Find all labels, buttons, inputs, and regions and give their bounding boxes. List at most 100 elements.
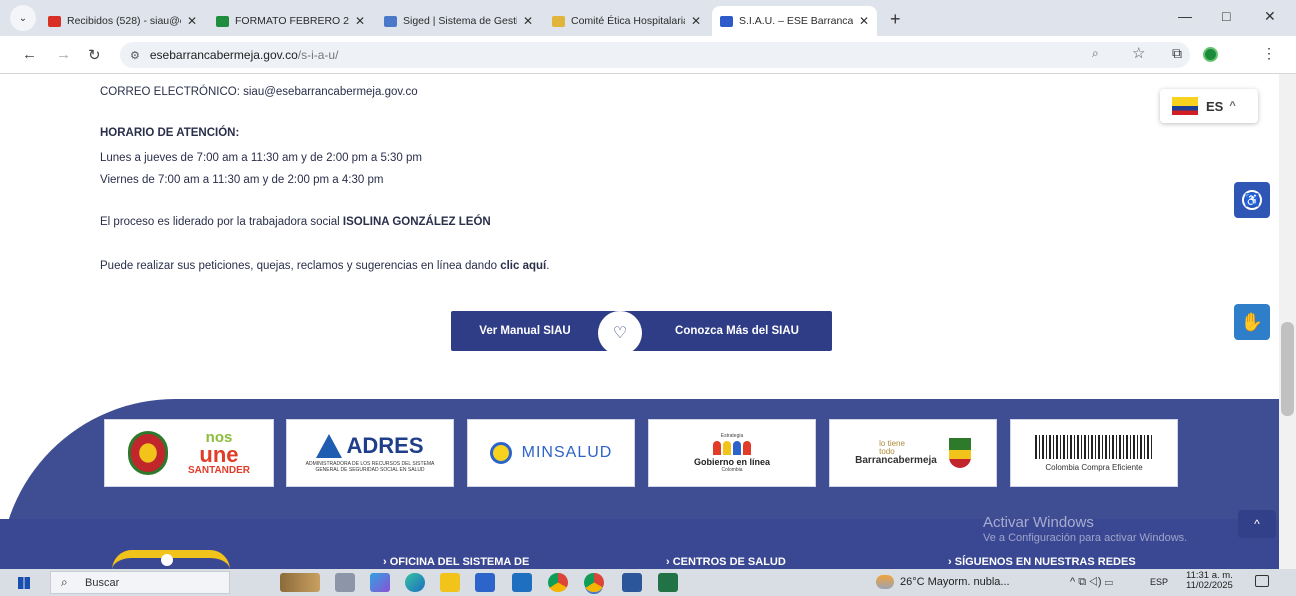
tab-close-icon[interactable]: ✕ bbox=[523, 14, 533, 28]
bookmark-star-icon[interactable]: ☆ bbox=[1132, 44, 1145, 62]
url-path: /s-i-a-u/ bbox=[297, 48, 339, 62]
language-selector[interactable]: ES ^ bbox=[1160, 89, 1258, 123]
chrome-icon[interactable] bbox=[548, 573, 568, 592]
santander-text: SANTANDER bbox=[187, 464, 251, 476]
input-language[interactable]: ESP bbox=[1150, 577, 1168, 587]
scrollbar-thumb[interactable] bbox=[1281, 322, 1294, 416]
clock[interactable]: 11:31 a. m. 11/02/2025 bbox=[1186, 570, 1233, 592]
browser-tab-gmail[interactable]: Recibidos (528) - siau@eseb ✕ bbox=[40, 6, 205, 36]
url-host: esebarrancabermeja.gov.co bbox=[149, 48, 298, 62]
logo-nos-une-santander[interactable]: nos une SANTANDER bbox=[104, 419, 274, 487]
excel-icon[interactable] bbox=[658, 573, 678, 592]
browser-tab-comite[interactable]: Comité Ética Hospitalaria – E ✕ bbox=[544, 6, 709, 36]
copilot-icon[interactable] bbox=[370, 573, 390, 592]
requests-prefix: Puede realizar sus peticiones, quejas, r… bbox=[100, 260, 501, 272]
accessibility-button[interactable]: ♿ bbox=[1234, 182, 1270, 218]
edge-icon[interactable] bbox=[405, 573, 425, 592]
leader-prefix: El proceso es liderado por la trabajador… bbox=[100, 216, 343, 228]
coat-of-arms-icon bbox=[127, 431, 168, 475]
close-window-icon[interactable]: ✕ bbox=[1264, 8, 1276, 25]
hospital-icon bbox=[720, 15, 733, 27]
mail-icon[interactable] bbox=[512, 573, 532, 592]
heart-icon: ♡ bbox=[598, 311, 642, 355]
url-input[interactable]: ⚙ esebarrancabermeja.gov.co/s-i-a-u/ bbox=[120, 42, 1190, 68]
page-scrollbar[interactable] bbox=[1279, 74, 1296, 569]
windows-activation-subtitle: Ve a Configuración para activar Windows. bbox=[983, 532, 1188, 544]
tab-label: Recibidos (528) - siau@eseb bbox=[67, 15, 181, 27]
footer-heading-oficina: › OFICINA DEL SISTEMA DE bbox=[383, 556, 530, 568]
taskbar-search-box[interactable]: ⌕ Buscar bbox=[50, 571, 230, 594]
barranca-text: lo tiene todo Barrancabermeja bbox=[855, 440, 937, 466]
barrancabermeja-text: Barrancabermeja bbox=[855, 455, 937, 466]
profile-avatar[interactable] bbox=[1203, 47, 1218, 62]
chevron-up-icon: ^ bbox=[1229, 100, 1236, 112]
logo-colombia-compra[interactable]: Colombia Compra Eficiente bbox=[1010, 419, 1178, 487]
barcode-icon bbox=[1035, 434, 1153, 459]
browser-tab-siged[interactable]: Siged | Sistema de Gestión D ✕ bbox=[376, 6, 541, 36]
weather-text[interactable]: 26°C Mayorm. nubla... bbox=[900, 576, 1010, 588]
person-shape bbox=[733, 441, 741, 455]
logo-adres[interactable]: ADRES ADMINISTRADORA DE LOS RECURSOS DEL… bbox=[286, 419, 454, 487]
sheets-icon bbox=[216, 15, 229, 27]
colombia-seal-icon bbox=[489, 442, 512, 464]
extensions-icon[interactable]: ⧉ bbox=[1172, 45, 1182, 62]
person-shape bbox=[743, 441, 751, 455]
manual-siau-button[interactable]: Ver Manual SIAU bbox=[451, 311, 621, 351]
requests-link[interactable]: clic aquí bbox=[500, 260, 546, 272]
new-tab-icon[interactable]: + bbox=[890, 9, 901, 30]
person-shape bbox=[713, 441, 721, 455]
browser-tab-siau[interactable]: S.I.A.U. – ESE Barrancaberm ✕ bbox=[712, 6, 877, 36]
scroll-to-top-button[interactable]: ^ bbox=[1238, 510, 1276, 538]
site-info-icon[interactable]: ⚙ bbox=[130, 49, 140, 62]
tab-search-button[interactable]: ⌄ bbox=[10, 5, 36, 31]
heading-text: OFICINA DEL SISTEMA DE bbox=[389, 556, 530, 568]
tab-close-icon[interactable]: ✕ bbox=[859, 14, 869, 28]
sign-language-button[interactable]: ✋ bbox=[1234, 304, 1270, 340]
search-icon: ⌕ bbox=[61, 575, 68, 589]
colombia-compra-text: Colombia Compra Eficiente bbox=[1045, 462, 1143, 472]
zoom-icon[interactable]: ⌕ bbox=[1092, 46, 1099, 61]
logo-minsalud[interactable]: MINSALUD bbox=[467, 419, 635, 487]
notifications-icon[interactable] bbox=[1255, 575, 1269, 587]
gel-bottom-text: Colombia bbox=[721, 467, 743, 473]
minimize-icon[interactable]: — bbox=[1178, 8, 1192, 24]
tab-close-icon[interactable]: ✕ bbox=[355, 14, 365, 28]
logo-barrancabermeja[interactable]: lo tiene todo Barrancabermeja bbox=[829, 419, 997, 487]
siged-icon bbox=[384, 15, 397, 27]
une-text: une bbox=[199, 441, 239, 467]
store-icon[interactable] bbox=[475, 573, 495, 592]
weather-icon bbox=[876, 575, 894, 589]
word-icon[interactable] bbox=[622, 573, 642, 592]
colombia-flag-icon bbox=[1172, 97, 1198, 115]
search-placeholder: Buscar bbox=[85, 577, 120, 589]
task-view-icon[interactable] bbox=[335, 573, 355, 592]
schedule-weekdays: Lunes a jueves de 7:00 am a 11:30 am y d… bbox=[100, 152, 422, 164]
search-highlight-icon[interactable] bbox=[280, 573, 320, 592]
email-line: CORREO ELECTRÓNICO: siau@esebarrancaberm… bbox=[100, 86, 418, 98]
chrome-profile-icon[interactable] bbox=[584, 573, 604, 592]
reload-icon[interactable]: ↻ bbox=[88, 46, 101, 64]
adres-triangle-icon bbox=[316, 434, 343, 458]
logo-gobierno-en-linea[interactable]: Estrategia Gobierno en línea Colombia bbox=[648, 419, 816, 487]
tray-icons[interactable]: ^ ⧉ ◁) ▭ bbox=[1070, 576, 1113, 589]
requests-suffix: . bbox=[546, 260, 550, 272]
file-explorer-icon[interactable] bbox=[440, 573, 460, 592]
windows-start-icon[interactable] bbox=[18, 577, 30, 589]
gel-top-text: Estrategia bbox=[720, 433, 744, 439]
tab-label: FORMATO FEBRERO 2025 RE bbox=[235, 15, 349, 27]
browser-tab-sheets[interactable]: FORMATO FEBRERO 2025 RE ✕ bbox=[208, 6, 373, 36]
city-shield-icon bbox=[948, 438, 971, 468]
tab-close-icon[interactable]: ✕ bbox=[187, 14, 197, 28]
windows-activation-title: Activar Windows bbox=[983, 514, 1094, 531]
forward-icon[interactable]: → bbox=[56, 46, 71, 63]
gmail-icon bbox=[48, 15, 61, 27]
schedule-heading: HORARIO DE ATENCIÓN: bbox=[100, 127, 240, 139]
tab-close-icon[interactable]: ✕ bbox=[691, 14, 701, 28]
more-siau-button[interactable]: Conozca Más del SIAU bbox=[620, 311, 832, 351]
back-icon[interactable]: ← bbox=[22, 46, 37, 63]
maximize-icon[interactable]: □ bbox=[1222, 8, 1230, 24]
menu-dots-icon[interactable]: ⋮ bbox=[1262, 45, 1276, 62]
tab-label: Comité Ética Hospitalaria – E bbox=[571, 15, 685, 27]
tab-label: S.I.A.U. – ESE Barrancaberm bbox=[739, 15, 853, 27]
clock-date: 11/02/2025 bbox=[1186, 580, 1233, 592]
